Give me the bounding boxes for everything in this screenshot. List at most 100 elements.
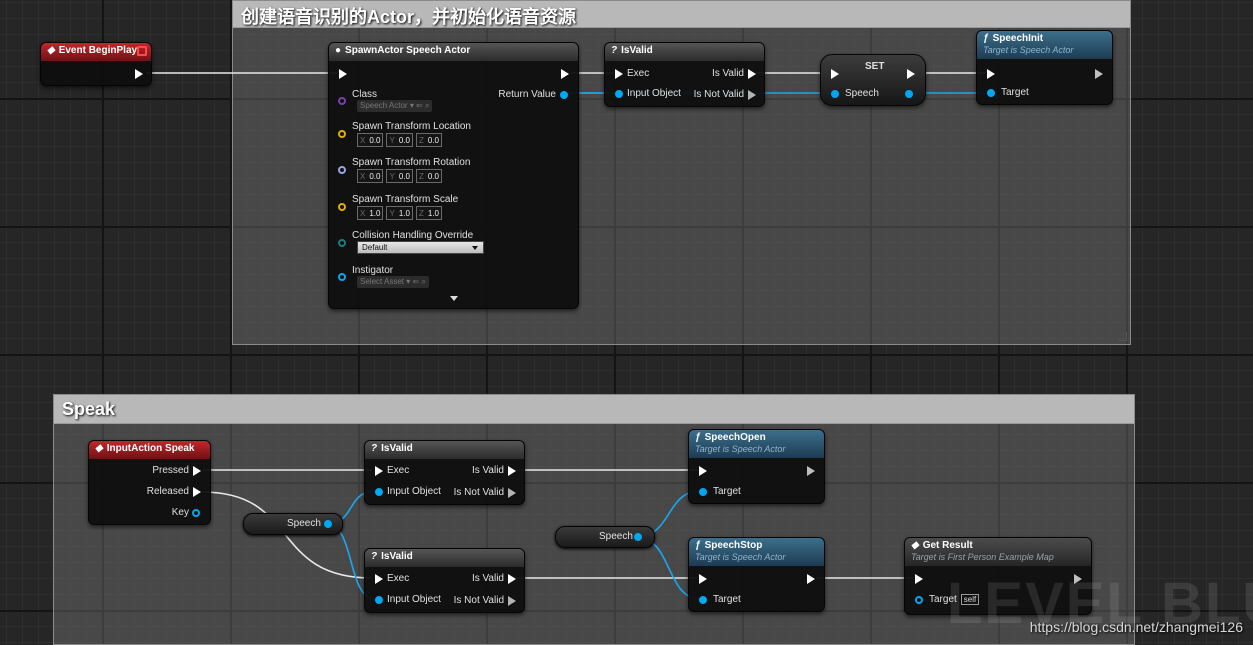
- node-header[interactable]: ? IsValid: [365, 441, 524, 459]
- class-value: Speech Actor: [360, 101, 408, 110]
- released-pin[interactable]: [193, 487, 201, 497]
- rotation-x-field[interactable]: X 0.0: [357, 169, 384, 183]
- node-header[interactable]: ƒ SpeechOpen Target is Speech Actor: [689, 430, 824, 458]
- function-icon: ƒ: [695, 432, 701, 443]
- input-object-pin[interactable]: [375, 488, 383, 496]
- input-object-label: Input Object: [627, 88, 681, 99]
- target-label: Target: [713, 594, 741, 605]
- speechinit-node[interactable]: ƒ SpeechInit Target is Speech Actor Targe…: [976, 30, 1113, 105]
- scale-z-field[interactable]: Z 1.0: [415, 206, 442, 220]
- exec-in-pin[interactable]: [987, 69, 995, 79]
- inputaction-speak-node[interactable]: ◆ InputAction Speak Pressed Released Key: [88, 440, 211, 525]
- key-pin[interactable]: [192, 509, 200, 517]
- speech-var-pin[interactable]: [324, 520, 332, 528]
- isvalid-node[interactable]: ? IsValid Exec Is Valid Input Object Is N…: [364, 548, 525, 613]
- collision-dropdown[interactable]: Default: [357, 241, 484, 254]
- target-pin[interactable]: [699, 488, 707, 496]
- target-pin[interactable]: [915, 596, 923, 604]
- node-header[interactable]: ? IsValid: [605, 43, 764, 61]
- speech-out-pin[interactable]: [905, 90, 913, 98]
- question-icon: ?: [371, 443, 378, 454]
- node-title: InputAction Speak: [106, 443, 195, 454]
- target-label: Target: [1001, 87, 1029, 98]
- is-valid-pin[interactable]: [748, 69, 756, 79]
- node-header[interactable]: ? IsValid: [365, 549, 524, 567]
- scale-pin[interactable]: [338, 203, 346, 211]
- instigator-pin[interactable]: [338, 273, 346, 281]
- spawnactor-node[interactable]: ● SpawnActor Speech Actor Class Speech Ac…: [328, 42, 579, 309]
- exec-in-pin[interactable]: [831, 69, 839, 79]
- exec-in-pin[interactable]: [375, 574, 383, 584]
- rotation-label: Spawn Transform Rotation: [352, 157, 471, 168]
- location-pin[interactable]: [338, 130, 346, 138]
- target-label: Target: [713, 486, 741, 497]
- node-title: SpeechOpen: [704, 432, 766, 443]
- is-valid-label: Is Valid: [471, 465, 504, 476]
- speechstop-node[interactable]: ƒ SpeechStop Target is Speech Actor Targe…: [688, 537, 825, 612]
- function-icon: ƒ: [695, 540, 701, 551]
- rotation-z-field[interactable]: Z 0.0: [415, 169, 442, 183]
- exec-out-pin[interactable]: [1095, 69, 1103, 79]
- set-node[interactable]: SET Speech: [820, 54, 926, 106]
- class-select[interactable]: Speech Actor ▾ ⇐ ⌕: [357, 100, 433, 112]
- speech-var-pin[interactable]: [634, 533, 642, 541]
- exec-out-pin[interactable]: [807, 466, 815, 476]
- node-title: SpeechStop: [704, 540, 763, 551]
- node-title: IsValid: [381, 551, 413, 562]
- node-header[interactable]: ◆ Get Result Target is First Person Examp…: [905, 538, 1091, 566]
- scale-x-field[interactable]: X 1.0: [357, 206, 384, 220]
- isvalid-node[interactable]: ? IsValid Exec Is Valid Input Object Is N…: [364, 440, 525, 505]
- instigator-label: Instigator: [352, 265, 394, 276]
- collision-pin[interactable]: [338, 239, 346, 247]
- class-pin[interactable]: [338, 97, 346, 105]
- exec-in-pin[interactable]: [915, 574, 923, 584]
- exec-out-pin[interactable]: [561, 69, 569, 79]
- rotation-pin[interactable]: [338, 166, 346, 174]
- instigator-select[interactable]: Select Asset ▾ ⇐ ⌕: [357, 276, 429, 288]
- is-not-valid-label: Is Not Valid: [453, 487, 504, 498]
- exec-in-pin[interactable]: [699, 466, 707, 476]
- is-not-valid-pin[interactable]: [508, 488, 516, 498]
- exec-out-pin[interactable]: [807, 574, 815, 584]
- input-object-pin[interactable]: [375, 596, 383, 604]
- exec-out-pin[interactable]: [135, 69, 143, 79]
- is-valid-pin[interactable]: [508, 466, 516, 476]
- input-object-pin[interactable]: [615, 90, 623, 98]
- event-beginplay-node[interactable]: ◆ Event BeginPlay: [40, 42, 152, 86]
- target-pin[interactable]: [987, 89, 995, 97]
- key-label: Key: [171, 507, 189, 518]
- pressed-pin[interactable]: [193, 466, 201, 476]
- target-pin[interactable]: [699, 596, 707, 604]
- expand-arrow-icon[interactable]: [450, 296, 458, 301]
- exec-in-pin[interactable]: [615, 69, 623, 79]
- node-header[interactable]: ƒ SpeechStop Target is Speech Actor: [689, 538, 824, 566]
- node-header[interactable]: ◆ Event BeginPlay: [41, 43, 151, 61]
- speech-var-label: Speech: [287, 518, 321, 529]
- is-not-valid-pin[interactable]: [748, 90, 756, 100]
- question-icon: ?: [371, 551, 378, 562]
- location-z-field[interactable]: Z 0.0: [415, 133, 442, 147]
- speech-in-pin[interactable]: [831, 90, 839, 98]
- exec-out-pin[interactable]: [907, 69, 915, 79]
- location-y-field[interactable]: Y 0.0: [386, 133, 413, 147]
- exec-in-pin[interactable]: [375, 466, 383, 476]
- isvalid-node[interactable]: ? IsValid Exec Is Valid Input Object Is N…: [604, 42, 765, 107]
- node-title: IsValid: [381, 443, 413, 454]
- is-not-valid-pin[interactable]: [508, 596, 516, 606]
- node-header[interactable]: ● SpawnActor Speech Actor: [329, 43, 578, 61]
- rotation-y-field[interactable]: Y 0.0: [386, 169, 413, 183]
- exec-in-pin[interactable]: [339, 69, 347, 79]
- speech-variable-node[interactable]: Speech: [243, 513, 343, 535]
- return-value-pin[interactable]: [560, 91, 568, 99]
- exec-wire: [201, 491, 373, 579]
- node-header[interactable]: ◆ InputAction Speak: [89, 441, 210, 459]
- node-header[interactable]: ƒ SpeechInit Target is Speech Actor: [977, 31, 1112, 59]
- exec-in-pin[interactable]: [699, 574, 707, 584]
- speechopen-node[interactable]: ƒ SpeechOpen Target is Speech Actor Targe…: [688, 429, 825, 504]
- is-not-valid-label: Is Not Valid: [693, 89, 744, 100]
- speech-variable-node[interactable]: Speech: [555, 526, 655, 548]
- is-valid-pin[interactable]: [508, 574, 516, 584]
- is-valid-label: Is Valid: [711, 68, 744, 79]
- location-x-field[interactable]: X 0.0: [357, 133, 384, 147]
- scale-y-field[interactable]: Y 1.0: [386, 206, 413, 220]
